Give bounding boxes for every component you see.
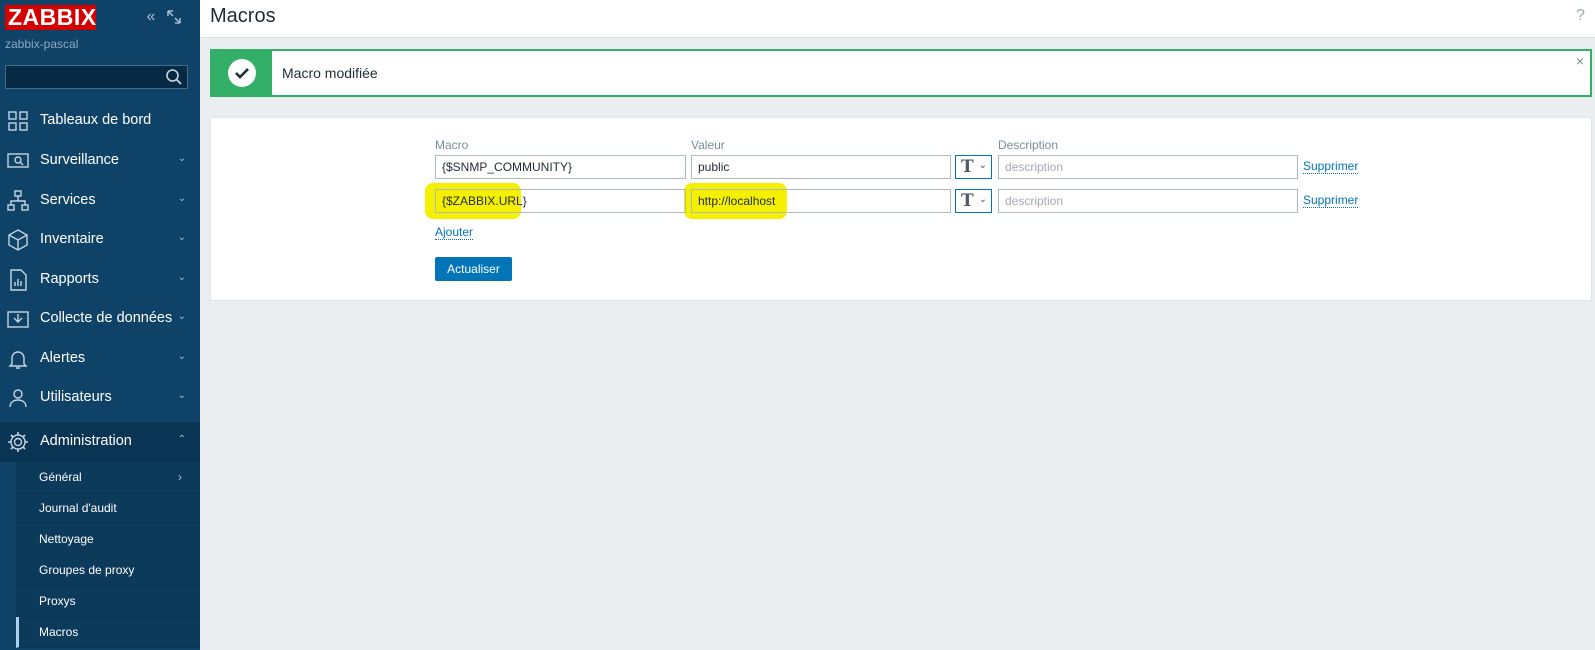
value-type-select[interactable]: T ⌄ — [955, 189, 992, 213]
chevron-down-icon: ⌄ — [177, 351, 186, 362]
nav-services[interactable]: Services ⌄ — [0, 181, 200, 221]
nav-administration[interactable]: Administration ⌃ — [0, 422, 200, 462]
nav-label: Surveillance — [40, 152, 119, 168]
kiosk-mode-icon[interactable] — [165, 8, 183, 26]
macro-value-input[interactable]: public — [691, 155, 951, 179]
gear-icon — [8, 432, 28, 452]
submenu-rail — [0, 462, 16, 650]
macro-description-input[interactable]: description — [998, 155, 1298, 179]
collapse-sidebar-icon[interactable]: « — [142, 8, 160, 26]
nav-label: Rapports — [40, 271, 99, 287]
nav-label: Inventaire — [40, 231, 104, 247]
nav-data-collection[interactable]: Collecte de données ⌄ — [0, 299, 200, 339]
macros-form: Macro Valeur Description {$SNMP_COMMUNIT… — [210, 117, 1592, 301]
column-header-macro: Macro — [435, 138, 469, 152]
nav-alerts[interactable]: Alertes ⌄ — [0, 339, 200, 379]
nav-label: Collecte de données — [40, 310, 173, 326]
page-title: Macros — [210, 5, 276, 27]
administration-submenu: Général › Journal d'audit Nettoyage Group… — [16, 462, 200, 648]
chevron-down-icon: ⌄ — [177, 390, 186, 401]
nav-dashboards[interactable]: Tableaux de bord — [0, 101, 200, 141]
macro-name-input[interactable]: {$SNMP_COMMUNITY} — [435, 155, 686, 179]
nav-reports[interactable]: Rapports ⌄ — [0, 260, 200, 300]
page-header: Macros ? — [200, 0, 1595, 38]
success-message: Macro modifiée × — [210, 49, 1592, 97]
chevron-down-icon: ⌄ — [978, 194, 987, 205]
submenu-general[interactable]: Général › — [16, 462, 200, 493]
update-button[interactable]: Actualiser — [435, 257, 512, 281]
nav-users[interactable]: Utilisateurs ⌄ — [0, 378, 200, 418]
zabbix-logo[interactable]: ZABBIX — [5, 5, 96, 30]
nav-label: Utilisateurs — [40, 389, 112, 405]
text-type-icon: T — [961, 157, 974, 177]
chevron-right-icon: › — [178, 470, 182, 484]
success-icon-area — [212, 51, 272, 95]
users-icon — [9, 389, 27, 408]
chevron-down-icon: ⌄ — [978, 160, 987, 171]
chevron-down-icon: ⌄ — [177, 153, 186, 164]
chevron-down-icon: ⌄ — [177, 272, 186, 283]
nav-monitoring[interactable]: Surveillance ⌄ — [0, 141, 200, 181]
search-icon[interactable] — [165, 68, 183, 86]
data-collection-icon — [7, 311, 29, 328]
reports-icon — [10, 269, 27, 291]
bell-icon — [8, 351, 28, 369]
nav-label: Alertes — [40, 350, 86, 366]
chevron-down-icon: ⌄ — [177, 311, 186, 322]
submenu-proxies[interactable]: Proxys — [16, 586, 200, 617]
nav-inventory[interactable]: Inventaire ⌄ — [0, 220, 200, 260]
nav-label: Tableaux de bord — [40, 112, 152, 128]
chevron-down-icon: ⌄ — [177, 193, 186, 204]
nav-label: Administration — [40, 433, 132, 449]
submenu-proxy-groups[interactable]: Groupes de proxy — [16, 555, 200, 586]
sidebar: ZABBIX « zabbix-pascal Tableaux de bord … — [0, 0, 200, 650]
submenu-macros[interactable]: Macros — [16, 617, 200, 648]
remove-link[interactable]: Supprimer — [1303, 159, 1359, 174]
search-input[interactable] — [5, 65, 188, 89]
column-header-value: Valeur — [691, 138, 725, 152]
column-header-description: Description — [998, 138, 1059, 152]
chevron-up-icon: ⌃ — [177, 434, 186, 445]
server-name: zabbix-pascal — [5, 37, 79, 51]
close-icon[interactable]: × — [1576, 53, 1584, 69]
remove-link[interactable]: Supprimer — [1303, 193, 1359, 208]
text-type-icon: T — [961, 191, 974, 211]
monitoring-icon — [7, 153, 29, 168]
submenu-housekeeping[interactable]: Nettoyage — [16, 524, 200, 555]
value-type-select[interactable]: T ⌄ — [955, 155, 992, 179]
message-text: Macro modifiée — [282, 65, 378, 81]
help-icon[interactable]: ? — [1576, 7, 1585, 25]
macro-description-input[interactable]: description — [998, 189, 1298, 213]
chevron-down-icon: ⌄ — [177, 232, 186, 243]
nav-label: Services — [40, 192, 96, 208]
inventory-icon — [8, 229, 28, 251]
submenu-audit-log[interactable]: Journal d'audit — [16, 493, 200, 524]
services-icon — [7, 190, 29, 211]
macro-name-input[interactable]: {$ZABBIX.URL} — [435, 189, 686, 213]
dashboard-icon — [8, 111, 28, 131]
macro-value-input[interactable]: http://localhost — [691, 189, 951, 213]
add-macro-link[interactable]: Ajouter — [435, 225, 474, 240]
check-icon — [228, 59, 256, 87]
